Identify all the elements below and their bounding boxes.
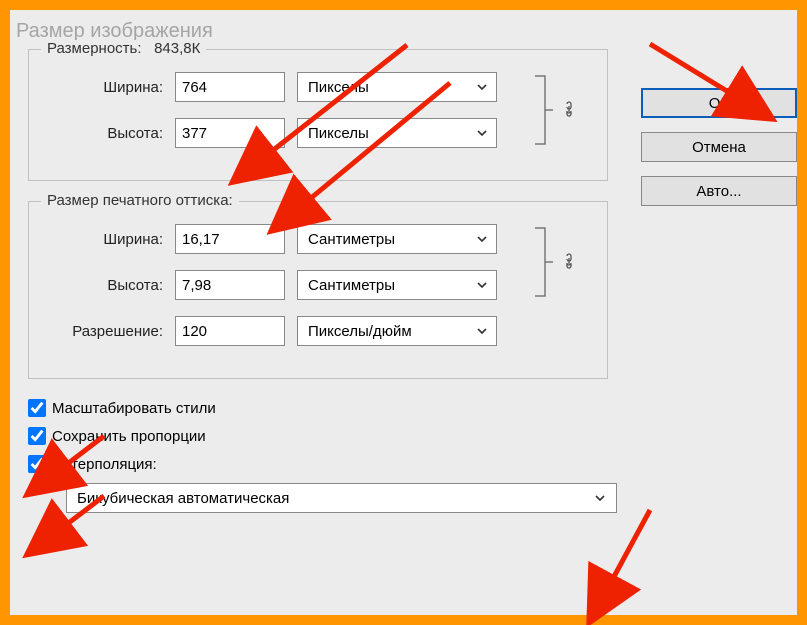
doc-width-unit-label: Сантиметры: [308, 231, 395, 248]
auto-label: Авто...: [696, 183, 741, 200]
dim-legend-text: Размерность:: [47, 40, 142, 57]
image-size-dialog: Размер изображения ОК Отмена Авто... Раз…: [10, 10, 797, 615]
doc-width-label: Ширина:: [45, 231, 163, 248]
chevron-down-icon: [476, 233, 488, 245]
px-height-label: Высота:: [45, 125, 163, 142]
px-width-row: Ширина: Пикселы: [45, 72, 591, 102]
resolution-unit-label: Пикселы/дюйм: [308, 323, 412, 340]
ok-button[interactable]: ОК: [641, 88, 797, 118]
resolution-unit-select[interactable]: Пикселы/дюйм: [297, 316, 497, 346]
resolution-row: Разрешение: Пикселы/дюйм: [45, 316, 591, 346]
print-legend: Размер печатного оттиска:: [41, 192, 239, 209]
resolution-label: Разрешение:: [45, 323, 163, 340]
px-height-unit-label: Пикселы: [308, 125, 369, 142]
doc-height-input[interactable]: [175, 270, 285, 300]
pixel-dimensions-group: Размерность: 843,8К Ширина: Пикселы Высо…: [28, 49, 608, 181]
chevron-down-icon: [594, 492, 606, 504]
px-width-unit-label: Пикселы: [308, 79, 369, 96]
chevron-down-icon: [476, 325, 488, 337]
px-height-row: Высота: Пикселы: [45, 118, 591, 148]
doc-width-unit-select[interactable]: Сантиметры: [297, 224, 497, 254]
px-height-input[interactable]: [175, 118, 285, 148]
px-width-label: Ширина:: [45, 79, 163, 96]
annotation-frame: Размер изображения ОК Отмена Авто... Раз…: [0, 0, 807, 625]
chevron-down-icon: [476, 81, 488, 93]
side-buttons: ОК Отмена Авто...: [641, 88, 797, 206]
interpolation-check[interactable]: Интерполяция:: [28, 455, 610, 473]
cancel-button[interactable]: Отмена: [641, 132, 797, 162]
link-icon: [561, 252, 579, 270]
interpolation-label: Интерполяция:: [52, 456, 157, 473]
constrain-label: Сохранить пропорции: [52, 428, 206, 445]
doc-height-unit-label: Сантиметры: [308, 277, 395, 294]
ok-label: ОК: [709, 95, 729, 112]
px-link-bracket: [533, 72, 553, 148]
scale-styles-check[interactable]: Масштабировать стили: [28, 399, 610, 417]
doc-height-row: Высота: Сантиметры: [45, 270, 591, 300]
doc-height-unit-select[interactable]: Сантиметры: [297, 270, 497, 300]
dialog-title: Размер изображения: [10, 10, 797, 43]
scale-styles-checkbox[interactable]: [28, 399, 46, 417]
px-width-input[interactable]: [175, 72, 285, 102]
pixel-dimensions-legend: Размерность: 843,8К: [41, 40, 206, 57]
doc-width-row: Ширина: Сантиметры: [45, 224, 591, 254]
auto-button[interactable]: Авто...: [641, 176, 797, 206]
interpolation-select[interactable]: Бикубическая автоматическая: [66, 483, 617, 513]
doc-link-bracket: [533, 224, 553, 300]
scale-styles-label: Масштабировать стили: [52, 400, 216, 417]
doc-height-label: Высота:: [45, 277, 163, 294]
px-width-unit-select[interactable]: Пикселы: [297, 72, 497, 102]
constrain-check[interactable]: Сохранить пропорции: [28, 427, 610, 445]
filesize: 843,8К: [154, 40, 200, 57]
chevron-down-icon: [476, 127, 488, 139]
dialog-body: Размерность: 843,8К Ширина: Пикселы Высо…: [10, 43, 620, 513]
print-size-group: Размер печатного оттиска: Ширина: Сантим…: [28, 201, 608, 379]
constrain-checkbox[interactable]: [28, 427, 46, 445]
interpolation-checkbox[interactable]: [28, 455, 46, 473]
px-height-unit-select[interactable]: Пикселы: [297, 118, 497, 148]
cancel-label: Отмена: [692, 139, 746, 156]
doc-width-input[interactable]: [175, 224, 285, 254]
chevron-down-icon: [476, 279, 488, 291]
link-icon: [561, 100, 579, 118]
interpolation-value: Бикубическая автоматическая: [77, 490, 289, 507]
annotation-arrow-icon: [570, 502, 660, 602]
checkbox-group: Масштабировать стили Сохранить пропорции…: [28, 399, 610, 473]
resolution-input[interactable]: [175, 316, 285, 346]
